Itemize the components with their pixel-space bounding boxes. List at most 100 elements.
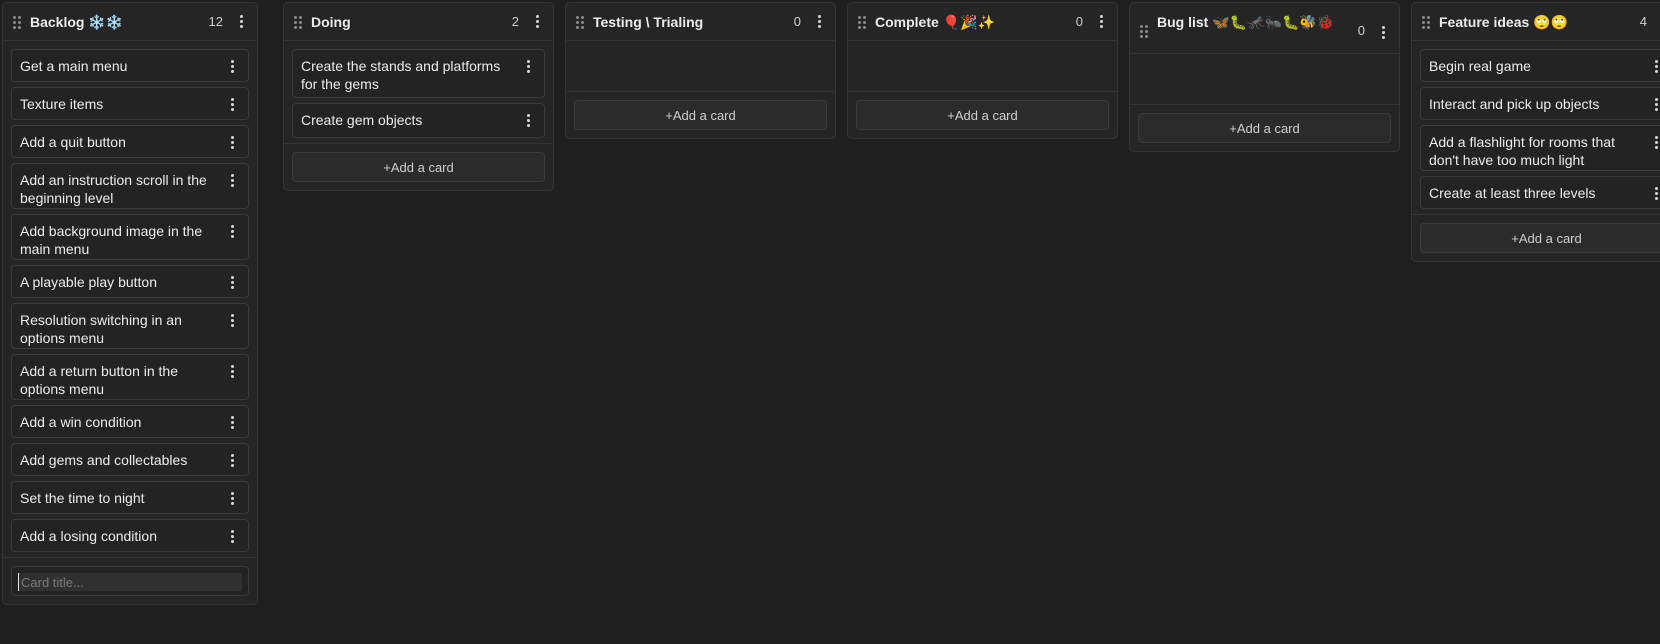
column-footer: +Add a card <box>848 91 1117 138</box>
column-header: Doing 2 <box>284 3 553 41</box>
card-menu-icon[interactable] <box>224 172 240 188</box>
card-title: Resolution switching in an options menu <box>20 312 182 346</box>
column-title[interactable]: Testing \ Trialing <box>593 13 794 31</box>
empty-card-list <box>848 41 1117 91</box>
card[interactable]: Add an instruction scroll in the beginni… <box>11 163 249 209</box>
column-menu-icon[interactable] <box>233 14 249 30</box>
card-title: Set the time to night <box>20 490 145 506</box>
card-count: 4 <box>1639 14 1647 29</box>
card-menu-icon[interactable] <box>1648 185 1660 201</box>
column-title[interactable]: Bug list 🦋🐛🦟🐜🐛🐝🐞 <box>1157 13 1358 31</box>
card-title: Get a main menu <box>20 58 128 74</box>
card-menu-icon[interactable] <box>1648 134 1660 150</box>
card-menu-icon[interactable] <box>224 312 240 328</box>
card-menu-icon[interactable] <box>1648 96 1660 112</box>
card[interactable]: Create at least three levels <box>1420 176 1660 209</box>
card[interactable]: Add a win condition <box>11 405 249 438</box>
card[interactable]: Add gems and collectables <box>11 443 249 476</box>
add-card-button[interactable]: +Add a card <box>574 100 827 130</box>
card-menu-icon[interactable] <box>520 112 536 128</box>
column-header: Complete 🎈🎉✨ 0 <box>848 3 1117 41</box>
card-count: 2 <box>511 14 519 29</box>
column-menu-icon[interactable] <box>1375 24 1391 40</box>
drag-handle-icon[interactable] <box>1140 25 1150 38</box>
card-count: 0 <box>1075 14 1083 29</box>
card-menu-icon[interactable] <box>224 96 240 112</box>
card-menu-icon[interactable] <box>224 528 240 544</box>
card[interactable]: Add a flashlight for rooms that don't ha… <box>1420 125 1660 171</box>
column-title[interactable]: Doing <box>311 13 512 31</box>
column-footer <box>3 557 257 604</box>
column-header: Backlog ❄️❄️ 12 <box>3 3 257 41</box>
new-card-field <box>11 566 249 596</box>
column-feature-ideas: Feature ideas 🙄🙄 4 Begin real game Inter… <box>1411 2 1660 262</box>
card[interactable]: Add a quit button <box>11 125 249 158</box>
column-bug-list: Bug list 🦋🐛🦟🐜🐛🐝🐞 0 +Add a card <box>1129 2 1400 152</box>
card-title-input[interactable] <box>18 573 242 591</box>
card[interactable]: Get a main menu <box>11 49 249 82</box>
card[interactable]: Set the time to night <box>11 481 249 514</box>
card-title: A playable play button <box>20 274 157 290</box>
card-count: 12 <box>208 14 223 29</box>
column-footer: +Add a card <box>284 143 553 190</box>
card[interactable]: Begin real game <box>1420 49 1660 82</box>
card-title: Add gems and collectables <box>20 452 188 468</box>
card-title: Create at least three levels <box>1429 185 1596 201</box>
card-menu-icon[interactable] <box>1648 58 1660 74</box>
column-menu-icon[interactable] <box>1093 14 1109 30</box>
card-menu-icon[interactable] <box>224 58 240 74</box>
card[interactable]: Add a return button in the options menu <box>11 354 249 400</box>
drag-handle-icon[interactable] <box>13 15 23 29</box>
kanban-board: Backlog ❄️❄️ 12 Get a main menu Texture … <box>0 0 1660 644</box>
drag-handle-icon[interactable] <box>858 15 868 29</box>
card-title: Add an instruction scroll in the beginni… <box>20 172 207 206</box>
card-menu-icon[interactable] <box>224 223 240 239</box>
column-title[interactable]: Backlog ❄️❄️ <box>30 13 209 31</box>
card-count: 0 <box>793 14 801 29</box>
column-menu-icon[interactable] <box>529 14 545 30</box>
card[interactable]: Resolution switching in an options menu <box>11 303 249 349</box>
card-menu-icon[interactable] <box>520 58 536 74</box>
card[interactable]: Create gem objects <box>292 103 545 138</box>
card-list: Get a main menu Texture items Add a quit… <box>3 41 257 552</box>
column-complete: Complete 🎈🎉✨ 0 +Add a card <box>847 2 1118 139</box>
column-footer: +Add a card <box>566 91 835 138</box>
card-count: 0 <box>1357 23 1365 38</box>
add-card-button[interactable]: +Add a card <box>1138 113 1391 143</box>
card-title: Texture items <box>20 96 104 112</box>
card[interactable]: Interact and pick up objects <box>1420 87 1660 120</box>
drag-handle-icon[interactable] <box>1422 15 1432 29</box>
drag-handle-icon[interactable] <box>576 15 586 29</box>
card-title: Add a win condition <box>20 414 142 430</box>
column-title[interactable]: Feature ideas 🙄🙄 <box>1439 13 1640 31</box>
card-menu-icon[interactable] <box>224 452 240 468</box>
column-backlog: Backlog ❄️❄️ 12 Get a main menu Texture … <box>2 2 258 605</box>
card[interactable]: Texture items <box>11 87 249 120</box>
card-title: Begin real game <box>1429 58 1531 74</box>
card-menu-icon[interactable] <box>224 414 240 430</box>
column-doing: Doing 2 Create the stands and platforms … <box>283 2 554 191</box>
add-card-button[interactable]: +Add a card <box>856 100 1109 130</box>
card[interactable]: Add background image in the main menu <box>11 214 249 260</box>
card-title: Add background image in the main menu <box>20 223 203 257</box>
column-title[interactable]: Complete 🎈🎉✨ <box>875 13 1076 31</box>
add-card-button[interactable]: +Add a card <box>292 152 545 182</box>
card-menu-icon[interactable] <box>224 363 240 379</box>
add-card-button[interactable]: +Add a card <box>1420 223 1660 253</box>
column-header: Feature ideas 🙄🙄 4 <box>1412 3 1660 41</box>
card[interactable]: Add a losing condition <box>11 519 249 552</box>
column-footer: +Add a card <box>1412 214 1660 261</box>
column-footer: +Add a card <box>1130 104 1399 151</box>
card-menu-icon[interactable] <box>224 134 240 150</box>
card-list: Create the stands and platforms for the … <box>284 41 553 138</box>
card-list: Begin real game Interact and pick up obj… <box>1412 41 1660 209</box>
drag-handle-icon[interactable] <box>294 15 304 29</box>
column-menu-icon[interactable] <box>811 14 827 30</box>
column-header: Testing \ Trialing 0 <box>566 3 835 41</box>
card-menu-icon[interactable] <box>224 490 240 506</box>
card-menu-icon[interactable] <box>224 274 240 290</box>
card[interactable]: A playable play button <box>11 265 249 298</box>
card-title: Add a quit button <box>20 134 126 150</box>
card-title: Add a return button in the options menu <box>20 363 178 397</box>
card[interactable]: Create the stands and platforms for the … <box>292 49 545 98</box>
